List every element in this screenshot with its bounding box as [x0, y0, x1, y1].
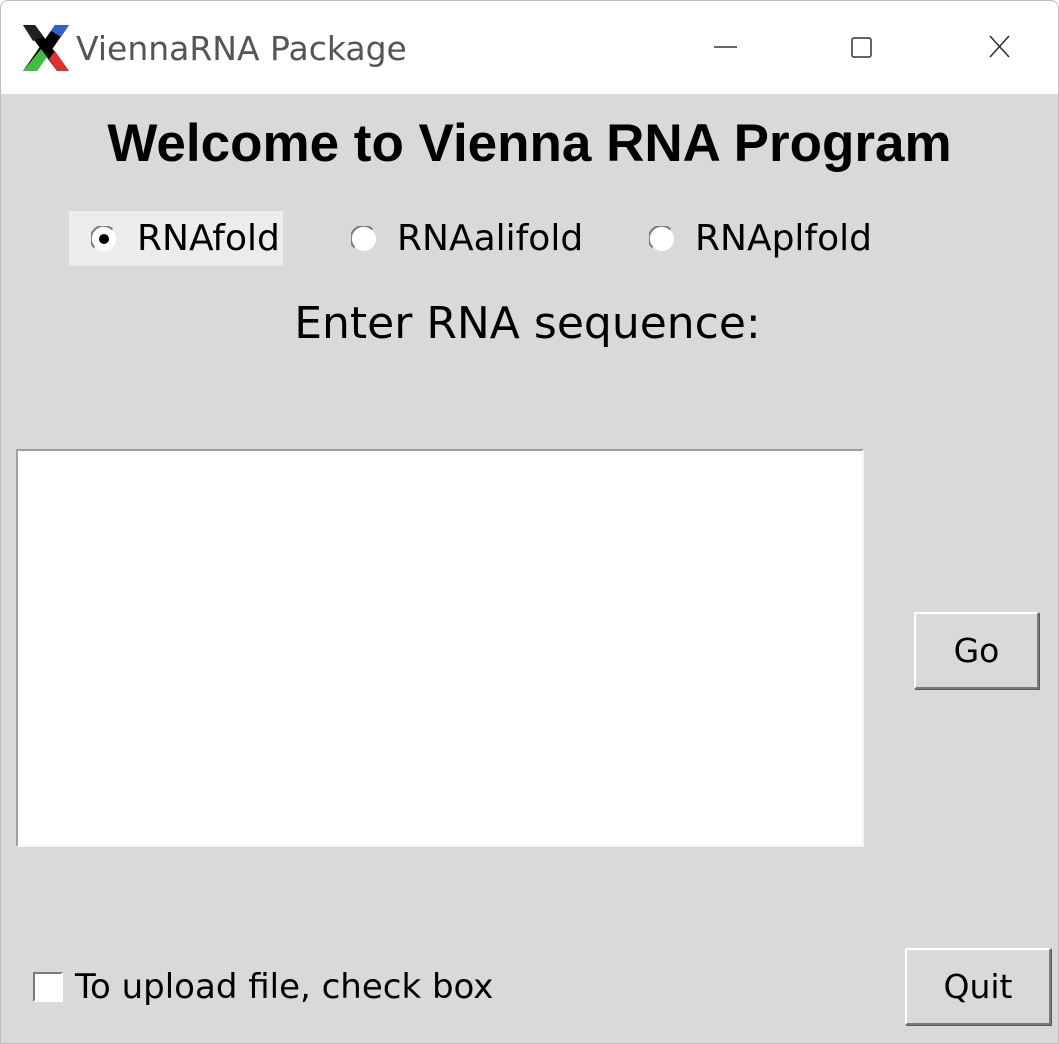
minimize-icon — [714, 46, 737, 48]
go-button[interactable]: Go — [914, 612, 1039, 689]
radio-rnaplfold[interactable]: RNAplfold — [627, 211, 887, 266]
page-heading: Welcome to Vienna RNA Program — [107, 114, 952, 173]
radio-label: RNAalifold — [397, 217, 584, 259]
radio-selected-icon[interactable] — [91, 225, 117, 252]
radio-unselected-icon[interactable] — [351, 225, 377, 252]
sequence-input[interactable] — [16, 449, 864, 847]
radio-rnaalifold[interactable]: RNAalifold — [329, 211, 589, 266]
maximize-icon — [851, 37, 872, 58]
sequence-prompt: Enter RNA sequence: — [1, 297, 1058, 351]
window-title: ViennaRNA Package — [76, 29, 407, 68]
x-logo-icon — [21, 23, 71, 73]
close-icon — [989, 35, 1010, 58]
maximize-button[interactable] — [796, 1, 926, 94]
minimize-button[interactable] — [661, 1, 791, 94]
upload-checkbox[interactable] — [33, 972, 63, 1002]
radio-unselected-icon[interactable] — [649, 225, 675, 252]
quit-button[interactable]: Quit — [905, 948, 1051, 1025]
app-window: ViennaRNA Package Welcome to Vienna RNA … — [0, 0, 1059, 1044]
title-bar[interactable]: ViennaRNA Package — [1, 1, 1058, 94]
upload-checkbox-row[interactable]: To upload file, check box — [33, 964, 493, 1010]
close-button[interactable] — [934, 1, 1058, 94]
radio-label: RNAplfold — [695, 217, 872, 259]
radio-label: RNAfold — [137, 217, 280, 259]
radio-rnafold[interactable]: RNAfold — [69, 211, 283, 266]
sequence-prompt-text: Enter RNA sequence: — [294, 298, 761, 349]
upload-checkbox-label: To upload file, check box — [75, 967, 494, 1007]
